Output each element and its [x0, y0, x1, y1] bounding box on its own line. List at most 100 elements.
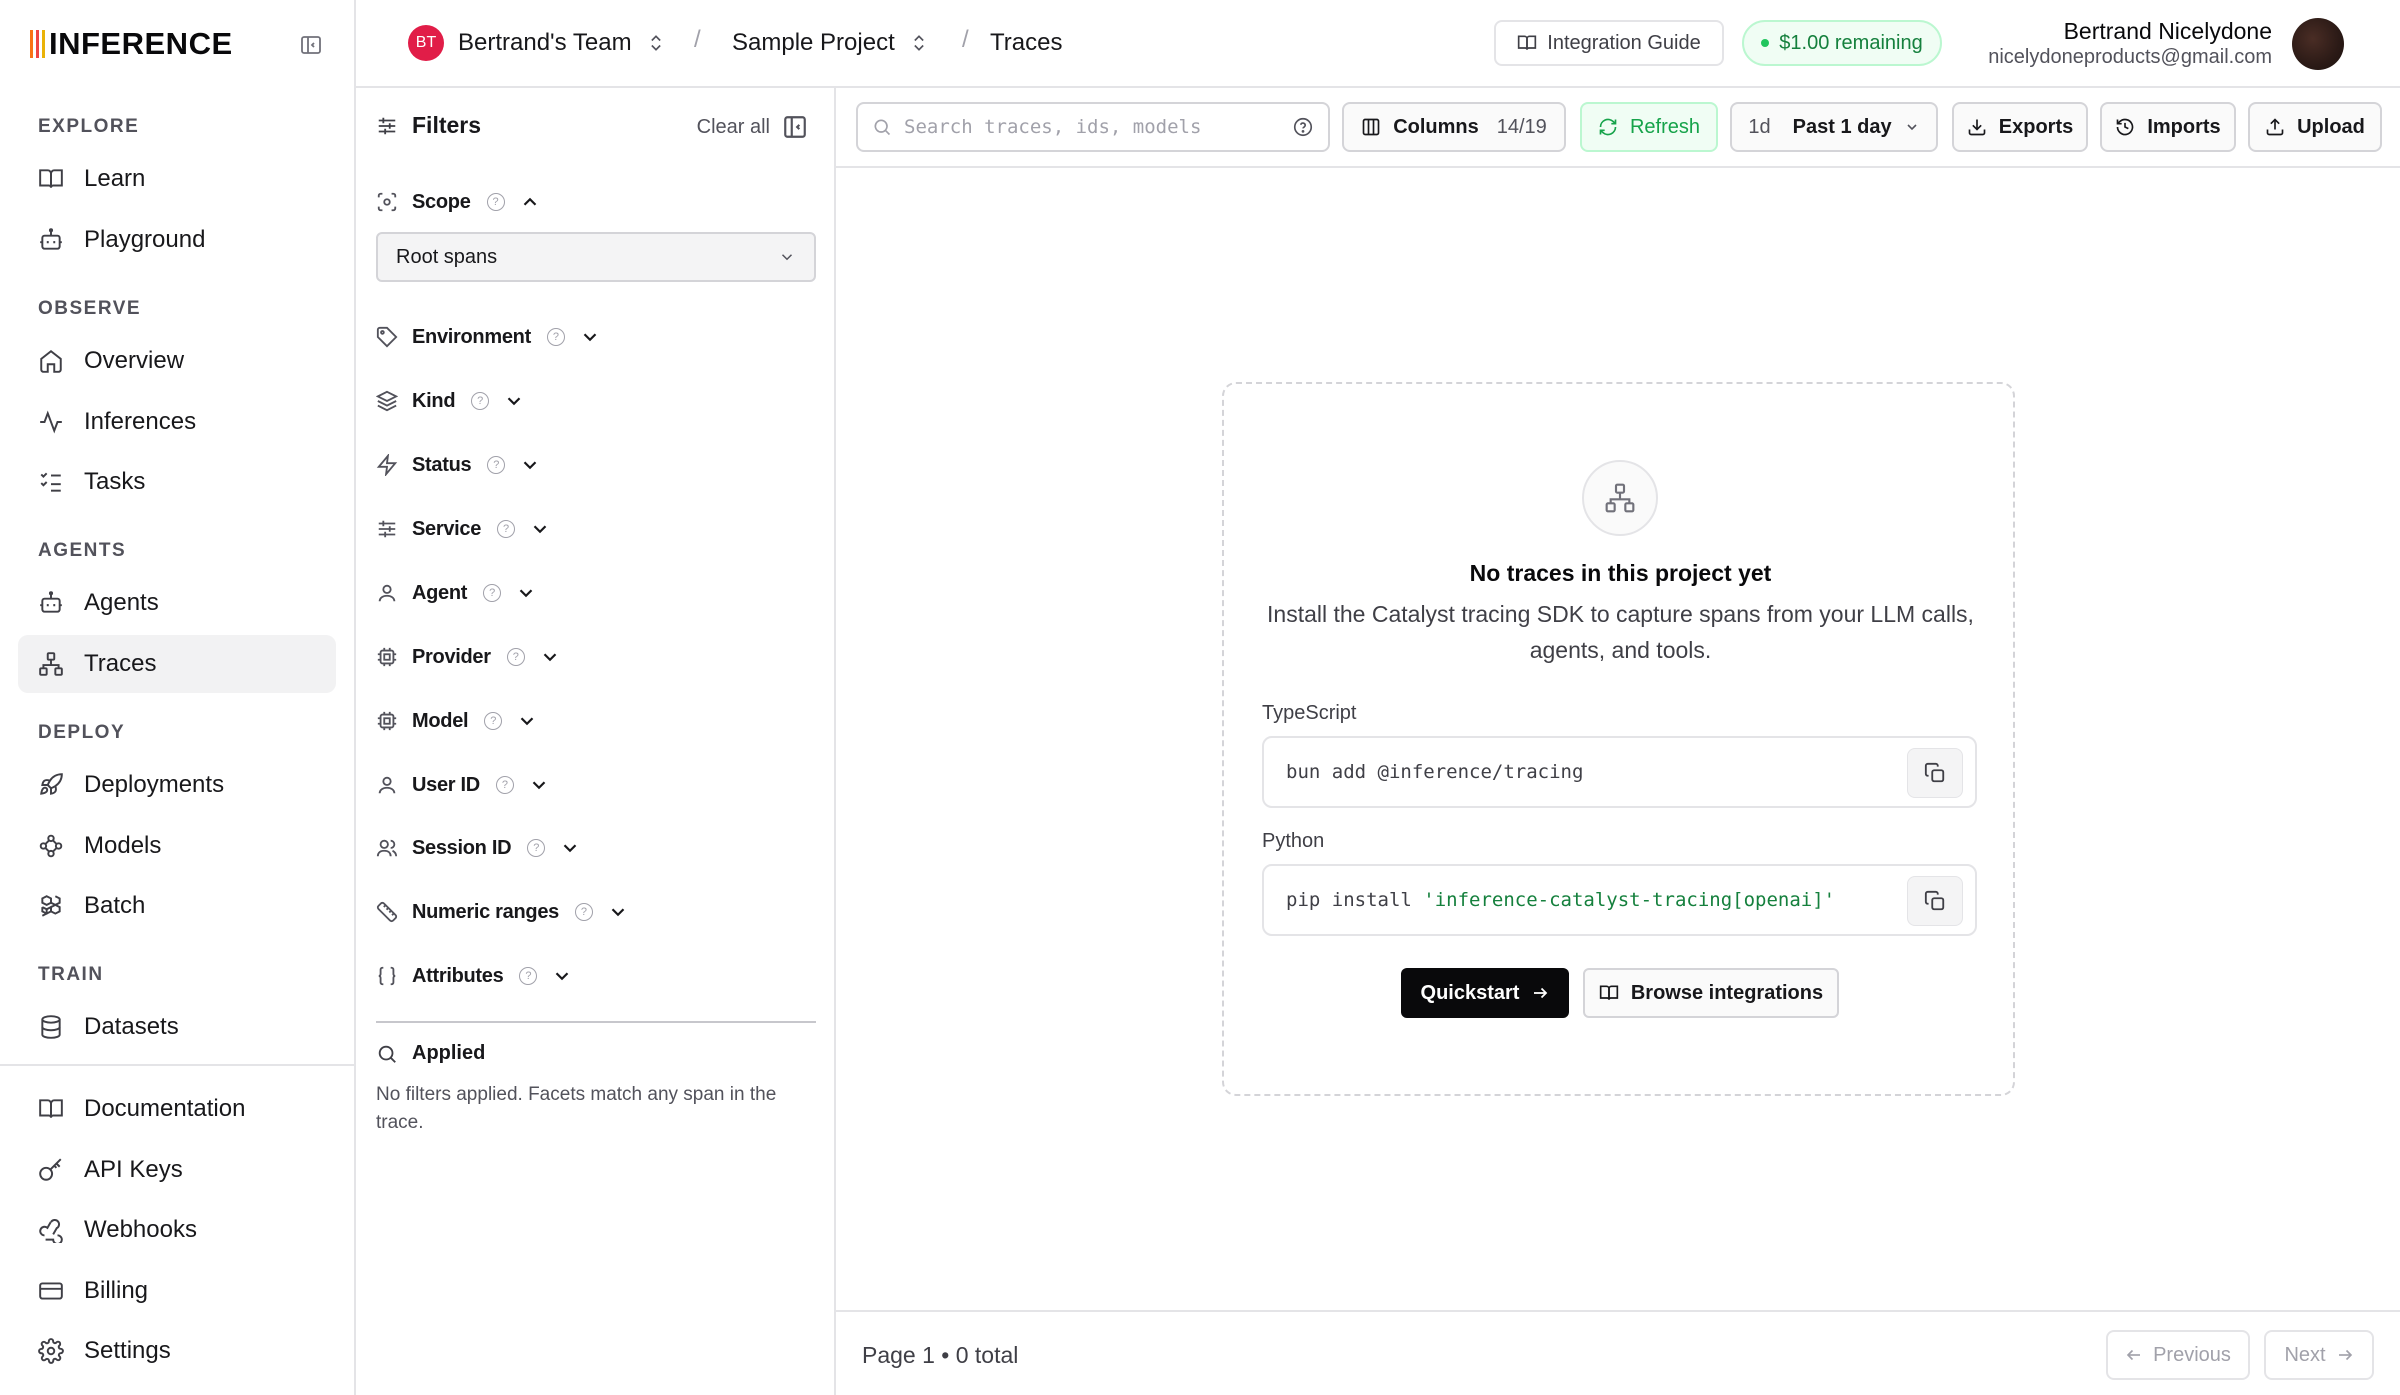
help-icon[interactable]: ? [486, 193, 505, 211]
copy-icon [1924, 890, 1945, 911]
next-page-button[interactable]: Next [2264, 1330, 2374, 1380]
facet-environment[interactable]: Environment ? [376, 320, 601, 354]
help-icon[interactable]: ? [471, 392, 490, 410]
sidebar-item-learn[interactable]: Learn [18, 150, 336, 208]
facet-service[interactable]: Service ? [376, 512, 551, 546]
gear-icon [38, 1338, 64, 1364]
python-label: Python [1262, 830, 1325, 852]
sidebar-item-label: Billing [84, 1277, 149, 1304]
copy-button[interactable] [1907, 748, 1963, 798]
sidebar-item-label: Agents [84, 589, 159, 616]
sidebar-item-api-keys[interactable]: API Keys [18, 1141, 336, 1199]
chevron-down-icon [533, 525, 547, 534]
filters-header: Filters [376, 112, 481, 139]
facet-label: Numeric ranges [412, 900, 559, 923]
logo[interactable]: INFERENCE [30, 26, 233, 62]
facet-label: Scope [412, 190, 471, 213]
sidebar-item-tasks[interactable]: Tasks [18, 453, 336, 511]
user-icon [378, 776, 396, 794]
download-icon [1968, 119, 1986, 136]
sidebar-item-playground[interactable]: Playground [18, 211, 336, 269]
search-input[interactable] [904, 116, 1292, 138]
facet-numeric-ranges[interactable]: Numeric ranges ? [376, 895, 629, 929]
help-icon[interactable]: ? [483, 584, 502, 602]
facet-status[interactable]: Status ? [376, 448, 541, 482]
facet-label: Session ID [412, 836, 512, 859]
avatar[interactable] [2292, 18, 2344, 70]
upload-button[interactable]: Upload [2248, 102, 2382, 152]
facet-model[interactable]: Model ? [376, 704, 538, 738]
status-dot [1761, 39, 1770, 47]
applied-header: Applied [376, 1042, 485, 1065]
breadcrumb-project[interactable]: Sample Project [732, 26, 929, 60]
search-box[interactable] [856, 102, 1330, 152]
facet-provider[interactable]: Provider ? [376, 640, 561, 674]
columns-button[interactable]: Columns 14/19 [1342, 102, 1566, 152]
help-circle-icon[interactable] [1292, 116, 1314, 138]
sidebar-item-settings[interactable]: Settings [18, 1322, 336, 1380]
help-icon[interactable]: ? [519, 967, 538, 985]
breadcrumb-team[interactable]: Bertrand's Team [458, 26, 666, 60]
previous-label: Previous [2153, 1343, 2231, 1366]
facet-agent[interactable]: Agent ? [376, 576, 537, 610]
nav-section-explore: EXPLORE [38, 116, 140, 137]
sidebar-item-documentation[interactable]: Documentation [18, 1080, 336, 1138]
columns-count: 14/19 [1496, 115, 1547, 138]
help-icon[interactable]: ? [574, 903, 593, 921]
sidebar-item-overview[interactable]: Overview [18, 332, 336, 390]
arrow-left-icon [2126, 1349, 2141, 1361]
logo-text: INFERENCE [49, 26, 233, 61]
chevron-down-icon [556, 972, 569, 981]
chevron-down-icon [524, 461, 537, 470]
project-name: Sample Project [732, 29, 895, 56]
integration-guide-label: Integration Guide [1547, 31, 1701, 54]
scope-select[interactable]: Root spans [376, 232, 816, 282]
quickstart-label: Quickstart [1420, 981, 1520, 1004]
refresh-button[interactable]: Refresh [1580, 102, 1718, 152]
columns-icon [1362, 118, 1380, 136]
sidebar-collapse-button[interactable] [296, 30, 326, 60]
facet-session-id[interactable]: Session ID ? [376, 831, 581, 865]
sidebar-item-webhooks[interactable]: Webhooks [18, 1201, 336, 1259]
sidebar-item-inferences[interactable]: Inferences [18, 393, 336, 451]
exports-button[interactable]: Exports [1952, 102, 2088, 152]
time-range-select[interactable]: 1d Past 1 day [1730, 102, 1938, 152]
help-icon[interactable]: ? [546, 328, 565, 346]
chevrons-up-down-icon [913, 35, 924, 51]
help-icon[interactable]: ? [495, 776, 514, 794]
help-icon[interactable]: ? [487, 456, 506, 474]
nav-section-observe: OBSERVE [38, 298, 142, 319]
copy-button[interactable] [1907, 876, 1963, 926]
sidebar-item-label: API Keys [84, 1156, 183, 1183]
help-icon[interactable]: ? [484, 712, 503, 730]
panel-left-close-icon[interactable] [782, 114, 808, 140]
sidebar-item-billing[interactable]: Billing [18, 1262, 336, 1320]
facet-attributes[interactable]: Attributes ? [376, 959, 573, 993]
bot-icon [40, 591, 62, 613]
integration-guide-button[interactable]: Integration Guide [1494, 20, 1724, 66]
facet-kind[interactable]: Kind ? [376, 384, 525, 418]
help-icon[interactable]: ? [497, 520, 516, 538]
credit-card-icon [39, 1282, 63, 1300]
facet-scope[interactable]: Scope ? [376, 185, 541, 219]
quickstart-button[interactable]: Quickstart [1401, 968, 1569, 1018]
sidebar-item-models[interactable]: Models [18, 817, 336, 875]
help-icon[interactable]: ? [527, 839, 546, 857]
empty-state-icon [1582, 460, 1658, 536]
sidebar-item-traces[interactable]: Traces [18, 635, 336, 693]
sidebar-item-deployments[interactable]: Deployments [18, 756, 336, 814]
browse-integrations-button[interactable]: Browse integrations [1583, 968, 1839, 1018]
sidebar-item-agents[interactable]: Agents [18, 574, 336, 632]
credits-badge[interactable]: $1.00 remaining [1742, 20, 1942, 66]
help-icon[interactable]: ? [506, 648, 525, 666]
clear-all-button[interactable]: Clear all [697, 116, 770, 139]
sidebar-item-datasets[interactable]: Datasets [18, 998, 336, 1056]
previous-page-button[interactable]: Previous [2106, 1330, 2250, 1380]
team-avatar[interactable]: BT [408, 25, 444, 61]
facet-user-id[interactable]: User ID ? [376, 768, 550, 802]
sidebar-item-batch[interactable]: Batch [18, 877, 336, 935]
nav-divider [0, 1064, 356, 1066]
imports-button[interactable]: Imports [2100, 102, 2236, 152]
sidebar-item-label: Learn [84, 165, 146, 192]
search-icon [378, 1045, 396, 1063]
